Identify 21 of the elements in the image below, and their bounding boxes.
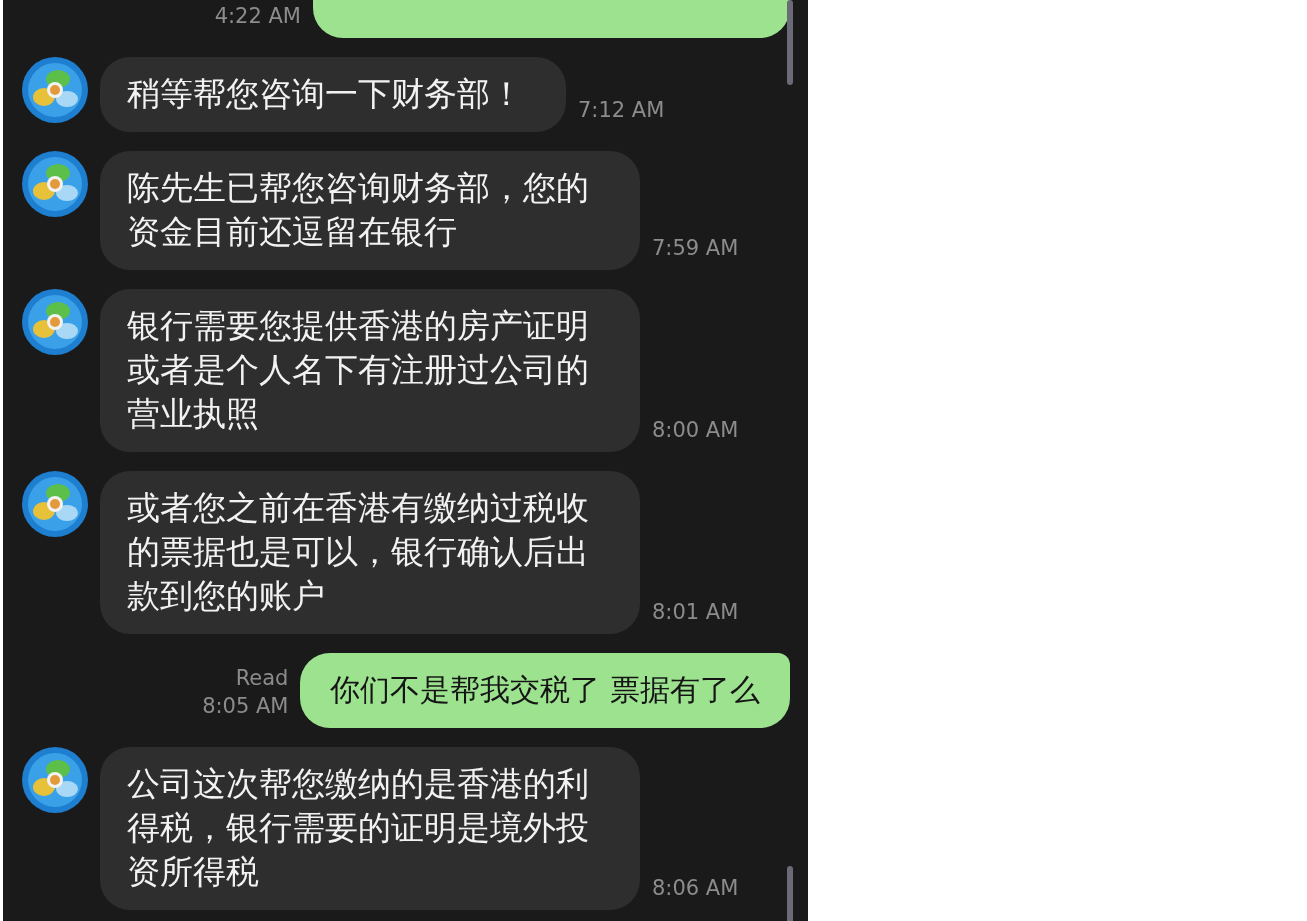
scrollbar[interactable] [787,0,793,85]
avatar-icon [22,57,88,123]
avatar-icon [22,289,88,355]
message-bubble: 或者您之前在香港有缴纳过税收的票据也是可以，银行确认后出款到您的账户 [100,471,640,634]
timestamp: 8:01 AM [652,599,739,626]
scrollbar[interactable] [787,866,793,921]
timestamp: 8:00 AM [652,417,739,444]
message-bubble: 银行需要您提供香港的房产证明或者是个人名下有注册过公司的营业执照 [100,289,640,452]
timestamp: 8:06 AM [652,875,739,902]
avatar-icon [22,151,88,217]
timestamp: 7:12 AM [578,97,665,124]
timestamp: 7:59 AM [652,235,739,262]
message-bubble: 稍等帮您咨询一下财务部！ [100,57,566,132]
message-bubble: 陈先生已帮您咨询财务部，您的资金目前还逗留在银行 [100,151,640,270]
avatar-icon [22,747,88,813]
avatar-icon [22,471,88,537]
timestamp: 8:05 AM [202,693,289,720]
message-bubble: 公司这次帮您缴纳的是香港的利得税，银行需要的证明是境外投资所得税 [100,747,640,910]
message-bubble: 你们不是帮我交税了 票据有了么 [300,653,790,728]
timestamp: 4:22 AM [214,3,301,30]
read-status: Read [235,665,289,692]
